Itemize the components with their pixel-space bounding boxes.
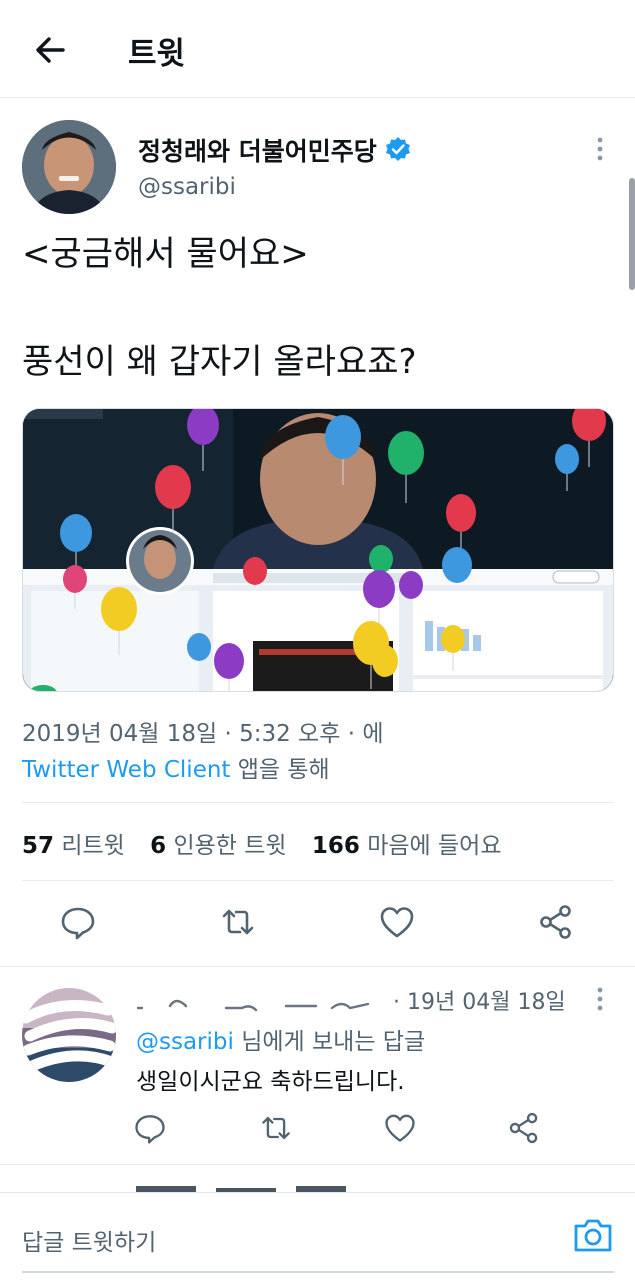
- replying-to-suffix: 님에게 보내는 답글: [233, 1029, 426, 1055]
- retweets-label[interactable]: 리트윗: [61, 833, 124, 859]
- quotes-label[interactable]: 인용한 트윗: [173, 833, 286, 859]
- reply-date: · 19년 04월 18일: [393, 990, 566, 1015]
- divider: [0, 966, 635, 967]
- tweet-text-line: <궁금해서 물어요>: [22, 234, 309, 274]
- retweet-icon[interactable]: [258, 1110, 294, 1146]
- share-icon[interactable]: [506, 1110, 542, 1146]
- top-bar: 트윗: [0, 0, 635, 98]
- page-title: 트윗: [128, 36, 186, 72]
- engagement-stats: 57 리트윗 6 인용한 트윗 166 마음에 들어요: [22, 826, 502, 860]
- likes-label[interactable]: 마음에 들어요: [367, 833, 501, 859]
- reply-input[interactable]: 답글 트윗하기: [22, 1223, 156, 1257]
- share-icon[interactable]: [536, 902, 576, 942]
- author-avatar[interactable]: [22, 120, 116, 214]
- back-arrow-icon[interactable]: [30, 30, 70, 70]
- divider: [22, 802, 614, 803]
- obscured-author: [136, 992, 386, 1014]
- verified-badge-icon: [385, 136, 411, 162]
- retweet-icon[interactable]: [218, 902, 258, 942]
- tweet-media-image[interactable]: [22, 408, 614, 692]
- quotes-count[interactable]: 6: [150, 833, 166, 859]
- reply-icon[interactable]: [132, 1110, 168, 1146]
- input-underline: [22, 1271, 614, 1273]
- tweet-text-line: 풍선이 왜 갑자기 올라요죠?: [22, 342, 417, 382]
- client-suffix: 앱을 통해: [230, 757, 330, 783]
- author-handle[interactable]: @ssaribi: [138, 174, 236, 200]
- reply-header: · 19년 04월 18일: [136, 984, 566, 1016]
- more-options-icon[interactable]: [590, 986, 610, 1012]
- reply-text: 생일이시군요 축하드립니다.: [136, 1069, 405, 1095]
- like-icon[interactable]: [382, 1110, 418, 1146]
- reply-avatar[interactable]: [22, 988, 116, 1082]
- scrollbar[interactable]: [629, 178, 635, 290]
- reply-icon[interactable]: [58, 902, 98, 942]
- next-reply-preview: [136, 1178, 366, 1192]
- client-link[interactable]: Twitter Web Client: [22, 757, 230, 783]
- more-options-icon[interactable]: [590, 136, 610, 162]
- retweets-count[interactable]: 57: [22, 833, 54, 859]
- tweet-timestamp: 2019년 04월 18일 · 5:32 오후 · 에: [22, 721, 384, 747]
- divider: [22, 880, 614, 881]
- replying-to: @ssaribi 님에게 보내는 답글: [136, 1022, 425, 1056]
- reply-composer: 답글 트윗하기: [0, 1192, 635, 1280]
- mention-link[interactable]: @ssaribi: [136, 1029, 234, 1055]
- tweet-text: <궁금해서 물어요> 풍선이 왜 갑자기 올라요죠?: [22, 232, 612, 384]
- tweet-source: Twitter Web Client 앱을 통해: [22, 750, 330, 784]
- author-name[interactable]: 정청래와 더불어민주당: [138, 132, 377, 168]
- like-icon[interactable]: [377, 902, 417, 942]
- likes-count[interactable]: 166: [312, 833, 360, 859]
- divider: [0, 1164, 635, 1165]
- camera-icon[interactable]: [572, 1217, 614, 1253]
